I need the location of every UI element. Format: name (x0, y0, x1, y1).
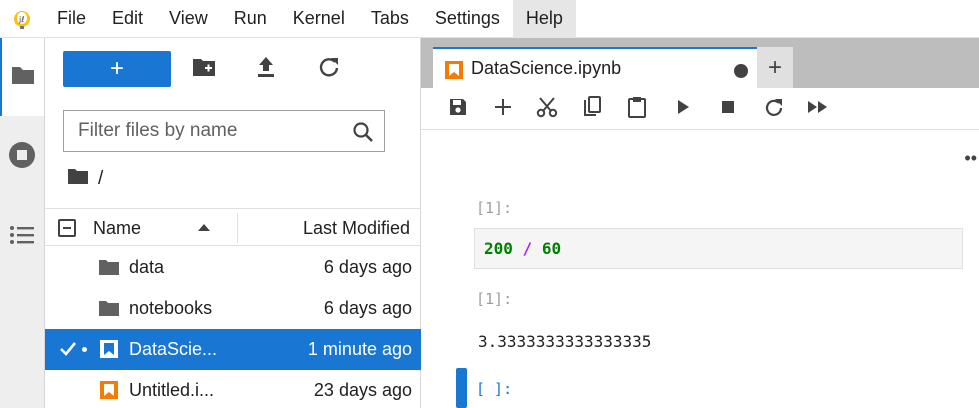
upload-icon (256, 56, 276, 83)
file-modified: 6 days ago (323, 298, 412, 318)
file-list-header: Name Last Modified (45, 208, 421, 246)
copy-button[interactable] (579, 95, 605, 123)
restart-button[interactable] (760, 96, 786, 122)
notebook-icon (99, 339, 119, 359)
refresh-icon (318, 56, 340, 83)
notebook-panel: DataScience.ipynb + •• [1]: 200 / 60 [1]… (421, 38, 979, 408)
clipboard-icon (627, 96, 647, 123)
stop-button[interactable] (715, 96, 741, 122)
notebook-cells: [1]: 200 / 60 [1]: 3.3333333333333335 [ … (421, 130, 979, 408)
code-operator: / (522, 239, 533, 258)
scissors-icon (536, 96, 558, 123)
cut-button[interactable] (534, 96, 560, 122)
last-modified-column-header[interactable]: Last Modified (303, 218, 410, 239)
list-icon (9, 224, 35, 251)
file-row[interactable]: notebooks 6 days ago (45, 288, 421, 329)
restart-icon (763, 97, 783, 122)
menu-edit[interactable]: Edit (99, 0, 156, 38)
new-launcher-button[interactable]: + (63, 51, 171, 87)
run-button[interactable] (670, 96, 696, 122)
breadcrumb-root[interactable]: / (98, 168, 103, 190)
save-button[interactable] (445, 96, 471, 122)
column-divider[interactable] (237, 213, 238, 243)
copy-icon (582, 95, 602, 123)
activity-file-browser[interactable] (0, 38, 44, 116)
file-row[interactable]: Untitled.i... 23 days ago (45, 370, 421, 408)
file-name: Untitled.i... (129, 380, 215, 400)
filter-files-input[interactable] (64, 111, 344, 151)
input-prompt: [1]: (476, 199, 513, 217)
code-number: 200 (484, 239, 513, 258)
svg-text:jℓ: jℓ (18, 15, 25, 24)
running-indicator (82, 347, 87, 352)
file-modified: 1 minute ago (307, 339, 412, 359)
file-name: DataScie... (129, 339, 218, 359)
code-cell-editor[interactable]: 200 / 60 (474, 228, 963, 269)
file-name: notebooks (129, 298, 213, 318)
file-modified: 23 days ago (313, 380, 412, 400)
file-browser-toolbar: + (45, 38, 421, 102)
tab-bar: DataScience.ipynb + (421, 38, 979, 88)
cell-output: 3.3333333333333335 (478, 332, 652, 351)
run-all-button[interactable] (805, 96, 831, 122)
breadcrumb: / (67, 166, 103, 192)
stop-icon (721, 100, 735, 119)
file-name: data (129, 257, 165, 277)
file-browser-panel: + / Name (45, 38, 421, 408)
file-row[interactable]: data 6 days ago (45, 247, 421, 288)
plus-icon (494, 98, 512, 121)
menu-tabs[interactable]: Tabs (358, 0, 422, 38)
unsaved-dot-icon[interactable] (734, 64, 748, 78)
add-tab-button[interactable]: + (757, 47, 793, 88)
insert-cell-button[interactable] (490, 96, 516, 122)
folder-icon (10, 64, 36, 91)
menu-view[interactable]: View (156, 0, 221, 38)
menu-run[interactable]: Run (221, 0, 280, 38)
paste-button[interactable] (624, 96, 650, 122)
home-folder-icon[interactable] (67, 167, 89, 191)
file-row-selected[interactable]: DataScie... 1 minute ago (45, 329, 421, 370)
menu-settings[interactable]: Settings (422, 0, 513, 38)
activity-bar (0, 38, 45, 408)
activity-toc[interactable] (0, 198, 44, 276)
active-cell-indicator (456, 368, 467, 408)
new-folder-button[interactable] (191, 56, 217, 82)
menu-bar: jℓ File Edit View Run Kernel Tabs Settin… (0, 0, 979, 38)
stop-circle-icon (8, 141, 36, 174)
refresh-button[interactable] (316, 56, 342, 82)
notebook-icon (99, 380, 119, 400)
search-icon (352, 121, 374, 148)
activity-running[interactable] (0, 118, 44, 196)
filter-box (63, 110, 385, 152)
folder-icon (99, 298, 119, 318)
menu-kernel[interactable]: Kernel (280, 0, 358, 38)
tab-datascience[interactable]: DataScience.ipynb (433, 47, 776, 88)
plus-icon: + (109, 55, 124, 82)
tab-title: DataScience.ipynb (471, 58, 622, 78)
new-folder-icon (192, 57, 216, 82)
upload-button[interactable] (253, 56, 279, 82)
select-all-checkbox[interactable] (58, 219, 76, 237)
menu-help[interactable]: Help (512, 0, 576, 38)
folder-icon (99, 257, 119, 277)
menu-file[interactable]: File (44, 0, 99, 38)
sort-ascending-icon (198, 224, 210, 231)
check-icon[interactable] (59, 340, 77, 358)
play-icon (676, 99, 690, 120)
save-icon (448, 97, 468, 122)
plus-icon: + (767, 53, 782, 81)
code-number: 60 (541, 239, 562, 258)
name-column-header[interactable]: Name (93, 218, 141, 239)
empty-cell-prompt[interactable]: [ ]: (476, 380, 512, 398)
fast-forward-icon (807, 100, 829, 119)
notebook-toolbar: •• (421, 88, 979, 168)
jupyter-logo-icon: jℓ (0, 0, 44, 38)
file-modified: 6 days ago (323, 257, 412, 277)
notebook-icon (445, 61, 463, 84)
output-prompt: [1]: (476, 290, 513, 308)
